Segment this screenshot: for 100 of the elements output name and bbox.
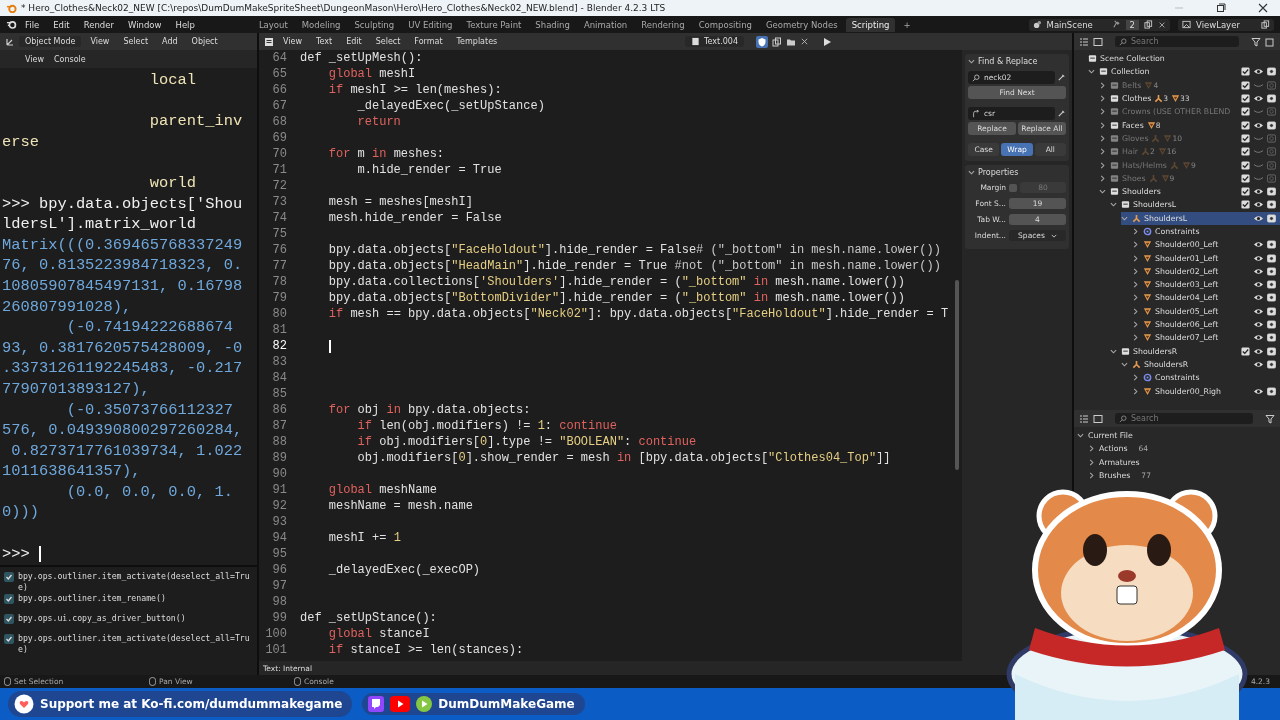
workspace-tab[interactable]: Layout: [252, 17, 294, 32]
chevron-right-icon[interactable]: [1132, 281, 1139, 289]
eye-icon[interactable]: [1253, 120, 1264, 130]
chevron-right-icon[interactable]: [1132, 374, 1139, 382]
checkbox[interactable]: [1241, 107, 1250, 117]
eyedropper-icon[interactable]: [1057, 73, 1066, 82]
eye-icon[interactable]: [1253, 359, 1264, 369]
camera-icon[interactable]: [1267, 333, 1276, 343]
workspace-tab[interactable]: UV Editing: [402, 17, 459, 32]
console-prompt[interactable]: >>>: [2, 543, 39, 565]
eye-icon[interactable]: [1253, 320, 1264, 330]
menu-item[interactable]: Edit: [341, 37, 367, 46]
chevron-right-icon[interactable]: [1099, 174, 1106, 182]
filter-icon[interactable]: [1265, 413, 1275, 424]
new-collection-icon[interactable]: [1265, 36, 1275, 47]
checkbox[interactable]: [1241, 160, 1250, 170]
checkbox[interactable]: [1241, 67, 1250, 77]
menu-item[interactable]: Templates: [451, 37, 503, 46]
checkbox[interactable]: [1241, 80, 1250, 90]
menu-item[interactable]: Text: [311, 37, 338, 46]
chevron-down-icon[interactable]: [1110, 201, 1117, 209]
chevron-right-icon[interactable]: [1132, 321, 1139, 329]
menu-item[interactable]: Render: [77, 19, 120, 30]
camera-icon[interactable]: [1267, 346, 1276, 356]
menu-item[interactable]: File: [19, 19, 46, 30]
chevron-down-icon[interactable]: [1121, 360, 1128, 368]
menu-item[interactable]: Select: [118, 37, 154, 46]
chevron-right-icon[interactable]: [1088, 458, 1095, 466]
search-field[interactable]: Search: [1115, 413, 1253, 424]
search-field[interactable]: Search: [1115, 36, 1239, 47]
checkbox[interactable]: [1009, 183, 1017, 192]
eye-icon[interactable]: [1253, 240, 1264, 250]
eye-icon[interactable]: [1253, 67, 1264, 77]
menu-item[interactable]: Add: [157, 37, 183, 46]
checkbox[interactable]: [1241, 346, 1250, 356]
eye-icon[interactable]: [1253, 333, 1264, 343]
display-mode-icon[interactable]: [1093, 413, 1103, 424]
eye-icon[interactable]: [1253, 187, 1264, 197]
menu-item[interactable]: Help: [169, 19, 201, 30]
workspace-tab[interactable]: Shading: [529, 17, 576, 32]
scene-selector[interactable]: MainScene 2: [1028, 18, 1170, 31]
chevron-right-icon[interactable]: [1099, 134, 1106, 142]
eyedropper-icon[interactable]: [1057, 109, 1066, 118]
workspace-tab[interactable]: Sculpting: [348, 17, 401, 32]
menu-item[interactable]: Console: [49, 54, 91, 64]
menu-item[interactable]: View: [278, 37, 307, 46]
chevron-down-icon[interactable]: [1110, 347, 1117, 355]
editor-type-icon[interactable]: [264, 36, 274, 47]
channel-link[interactable]: DumDumMakeGame: [362, 693, 585, 715]
maximize-icon[interactable]: [1216, 3, 1226, 13]
chevron-down-icon[interactable]: [1121, 214, 1128, 222]
menu-item[interactable]: Format: [409, 37, 448, 46]
chevron-down-icon[interactable]: [1099, 188, 1106, 196]
workspace-tab[interactable]: Scripting: [845, 17, 896, 32]
chevron-right-icon[interactable]: [1132, 228, 1139, 235]
camera-icon[interactable]: [1267, 386, 1276, 396]
camera-icon[interactable]: [1267, 320, 1276, 330]
add-workspace-button[interactable]: +: [897, 17, 917, 32]
scrollbar[interactable]: [955, 280, 959, 470]
chevron-down-icon[interactable]: [1077, 432, 1084, 440]
camera-icon[interactable]: [1267, 67, 1276, 77]
workspace-tab[interactable]: Animation: [577, 17, 634, 32]
close-icon[interactable]: [800, 37, 809, 46]
camera-icon[interactable]: [1267, 94, 1276, 104]
workspace-tab[interactable]: Rendering: [635, 17, 691, 32]
pin-icon[interactable]: [1111, 20, 1121, 29]
workspace-tab[interactable]: Geometry Nodes: [759, 17, 844, 32]
chevron-right-icon[interactable]: [1132, 294, 1139, 302]
camera-icon[interactable]: [1267, 266, 1276, 276]
checkbox[interactable]: [1241, 173, 1250, 183]
shield-icon[interactable]: [756, 35, 768, 48]
camera-icon[interactable]: [1267, 213, 1276, 223]
chevron-right-icon[interactable]: [1099, 148, 1106, 156]
code-editor[interactable]: [259, 50, 962, 661]
view-layer-selector[interactable]: ViewLayer: [1178, 18, 1274, 31]
workspace-tab[interactable]: Compositing: [692, 17, 758, 32]
eye-icon[interactable]: [1253, 200, 1264, 210]
chevron-down-icon[interactable]: [1088, 68, 1095, 76]
menu-item[interactable]: View: [20, 54, 49, 64]
eye-icon[interactable]: [1253, 346, 1264, 356]
camera-icon[interactable]: [1267, 359, 1276, 369]
chevron-right-icon[interactable]: [1099, 108, 1106, 116]
blender-logo-icon[interactable]: [6, 19, 17, 30]
camera-icon[interactable]: [1267, 240, 1276, 250]
chevron-right-icon[interactable]: [1132, 387, 1139, 395]
camera-icon[interactable]: [1267, 187, 1276, 197]
eye-icon[interactable]: [1253, 94, 1264, 104]
transform-icon[interactable]: [5, 36, 15, 47]
menu-item[interactable]: View: [85, 37, 115, 46]
menu-item[interactable]: Select: [370, 37, 406, 46]
eye-icon[interactable]: [1253, 280, 1264, 290]
eye-icon[interactable]: [1253, 253, 1264, 263]
checkbox[interactable]: [1241, 147, 1250, 157]
mode-dropdown[interactable]: Object Mode: [19, 36, 82, 47]
workspace-tab[interactable]: Modeling: [295, 17, 347, 32]
eye-icon[interactable]: [1253, 293, 1264, 303]
checkbox[interactable]: [1241, 187, 1250, 197]
camera-icon[interactable]: [1267, 306, 1276, 316]
chevron-down-icon[interactable]: [968, 169, 975, 176]
close-icon[interactable]: [1258, 3, 1268, 13]
